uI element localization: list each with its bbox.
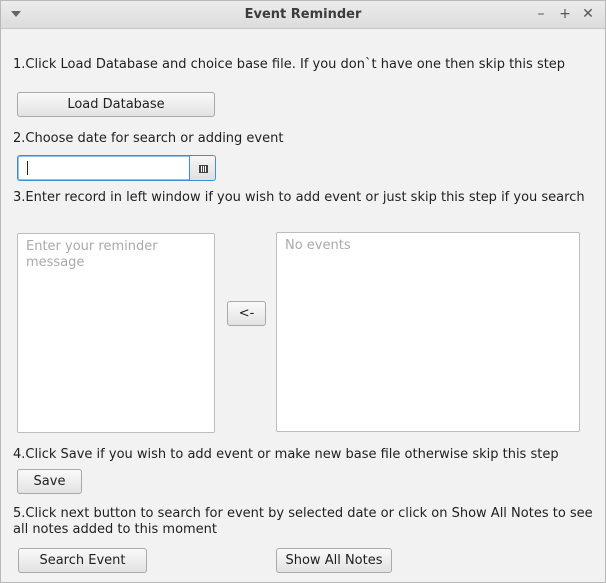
save-button[interactable]: Save (17, 469, 82, 494)
step3-instruction: 3.Enter record in left window if you wis… (13, 190, 585, 205)
window-title: Event Reminder (244, 7, 362, 22)
add-event-arrow-button[interactable]: <- (227, 301, 266, 326)
step2-instruction: 2.Choose date for search or adding event (13, 131, 284, 146)
search-event-button[interactable]: Search Event (18, 548, 147, 573)
show-all-notes-button[interactable]: Show All Notes (276, 548, 392, 573)
close-button[interactable]: ✕ (579, 5, 597, 23)
date-picker[interactable] (17, 155, 216, 181)
step5-instruction: 5.Click next button to search for event … (13, 506, 593, 537)
load-database-button[interactable]: Load Database (17, 92, 215, 117)
events-placeholder: No events (285, 238, 351, 253)
event-reminder-window: Event Reminder – + ✕ 1.Click Load Databa… (0, 0, 606, 583)
title-bar: Event Reminder – + ✕ (1, 1, 605, 29)
calendar-icon (199, 165, 208, 173)
date-input[interactable] (17, 155, 190, 181)
maximize-button[interactable]: + (556, 5, 574, 23)
reminder-placeholder: Enter your reminder message (26, 239, 158, 270)
text-cursor (27, 161, 28, 175)
events-list[interactable]: No events (276, 232, 580, 432)
step4-instruction: 4.Click Save if you wish to add event or… (13, 447, 559, 462)
minimize-button[interactable]: – (532, 5, 550, 23)
step1-instruction: 1.Click Load Database and choice base fi… (13, 57, 566, 72)
calendar-button[interactable] (189, 155, 216, 181)
reminder-textarea[interactable]: Enter your reminder message (17, 233, 215, 433)
